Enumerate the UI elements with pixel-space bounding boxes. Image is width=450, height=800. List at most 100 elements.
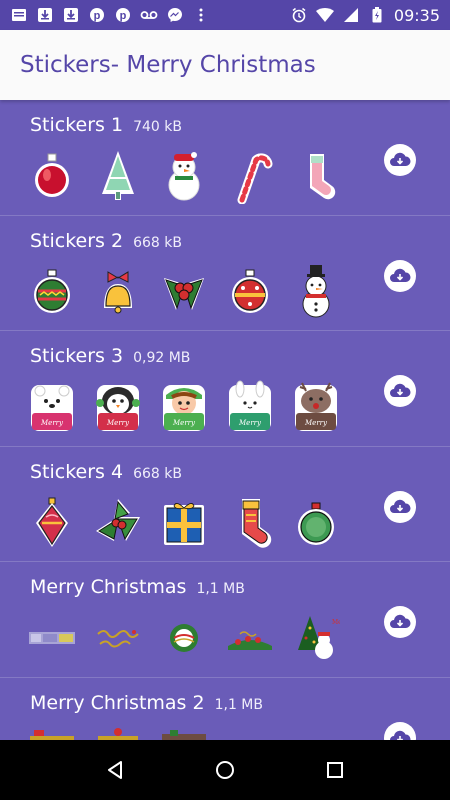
message-icon: [10, 6, 28, 24]
snowman-hat-sticker: [292, 264, 340, 320]
wifi-icon: [315, 6, 334, 24]
download-button[interactable]: [384, 721, 416, 740]
cloud-download-icon: [390, 383, 411, 397]
cloud-download-icon: [390, 499, 411, 513]
pack-size: 740 kB: [133, 119, 182, 135]
elf-merry-sticker: Merry: [160, 379, 208, 435]
sticker-pack-item[interactable]: Merry Christmas 1,1 MB Merry: [0, 562, 450, 678]
recents-button[interactable]: [315, 750, 355, 790]
download-button[interactable]: [384, 375, 416, 407]
pack-header: Merry Christmas 1,1 MB: [30, 576, 245, 598]
battery-charging-icon: [368, 6, 386, 24]
gift-box-sticker: [160, 495, 208, 551]
pack-size: 668 kB: [133, 465, 182, 482]
pack-header: Stickers 4 668 kB: [30, 461, 182, 483]
sticker-pack-item[interactable]: Merry Christmas 2 1,1 MB: [0, 678, 450, 740]
cloud-download-icon: [390, 730, 411, 740]
app-bar: Stickers- Merry Christmas: [0, 30, 450, 100]
pack-header: Stickers 3 0,92 MB: [30, 345, 190, 367]
sticker-pack-list[interactable]: Stickers 1 740 kB Stickers 2 668 kB Stic…: [0, 100, 450, 740]
back-icon: [108, 761, 122, 779]
app-title: Stickers- Merry Christmas: [20, 52, 316, 78]
sticker-previews: [28, 495, 340, 551]
penguin-merry-sticker: Merry: [94, 379, 142, 435]
messenger-icon: [166, 6, 184, 24]
system-icons: 09:35: [290, 6, 440, 25]
holly-sticker: [160, 264, 208, 320]
alarm-icon: [290, 6, 308, 24]
svg-text:p: p: [94, 10, 101, 22]
sticker-previews: [28, 726, 208, 740]
pack-header: Stickers 2 668 kB: [30, 230, 182, 252]
download-icon: [36, 6, 54, 24]
ornament-red-dots-sticker: [226, 264, 274, 320]
signal-icon: [342, 6, 360, 24]
pack-size: 1,1 MB: [214, 696, 263, 713]
ornament-green-sticker: [28, 264, 76, 320]
pack-size: 1,1 MB: [196, 581, 245, 597]
download-button[interactable]: [384, 144, 416, 176]
download-button[interactable]: [384, 259, 416, 292]
pack-name: Stickers 4: [30, 460, 124, 483]
snowman-sticker: [160, 148, 208, 204]
pinterest-icon: p: [88, 6, 106, 24]
svg-text:p: p: [120, 10, 127, 22]
sticker-pack-item[interactable]: Stickers 4 668 kB: [0, 447, 450, 562]
pack-header: Stickers 1 740 kB: [30, 114, 182, 136]
sticker-pack-item[interactable]: Stickers 3 0,92 MB Merry Merry Merry Mer…: [0, 331, 450, 447]
navigation-bar: [0, 740, 450, 800]
cloud-download-icon: [390, 614, 411, 628]
gif-sticker: [226, 610, 274, 666]
gif-sticker: [28, 726, 76, 740]
download-button[interactable]: [384, 606, 416, 638]
ornament-red-ruby-sticker: [28, 495, 76, 551]
download-button[interactable]: [384, 490, 416, 523]
gif-sticker: [160, 726, 208, 740]
pinterest-icon: p: [114, 6, 132, 24]
svg-text:Merry: Merry: [332, 619, 340, 626]
pack-name: Merry Christmas: [30, 576, 187, 598]
gif-sticker: Merry: [292, 610, 340, 666]
bells-sticker: [94, 264, 142, 320]
bear-merry-sticker: Merry: [28, 379, 76, 435]
ornament-red-sticker: [28, 148, 76, 204]
svg-text:Merry: Merry: [106, 419, 130, 427]
home-icon: [216, 761, 234, 779]
back-button[interactable]: [95, 750, 135, 790]
pack-name: Stickers 2: [30, 229, 124, 252]
sticker-previews: Merry Merry Merry Merry Merry: [28, 379, 340, 435]
holly-leaves-sticker: [94, 495, 142, 551]
cloud-download-icon: [390, 268, 411, 282]
download-icon: [62, 6, 80, 24]
candy-cane-sticker: [226, 148, 274, 204]
cloud-download-icon: [390, 152, 411, 166]
tree-sticker: [94, 148, 142, 204]
gif-sticker: [28, 610, 76, 666]
sticker-previews: Merry: [28, 610, 340, 666]
pack-name: Stickers 1: [30, 114, 124, 136]
pack-name: Stickers 3: [30, 345, 124, 367]
pack-header: Merry Christmas 2 1,1 MB: [30, 692, 263, 714]
svg-text:Merry: Merry: [172, 419, 196, 427]
sticker-pack-item[interactable]: Stickers 2 668 kB: [0, 216, 450, 331]
stocking-red-sticker: [226, 495, 274, 551]
sticker-previews: [28, 148, 340, 204]
svg-text:Merry: Merry: [304, 419, 328, 427]
reindeer-merry-sticker: Merry: [292, 379, 340, 435]
svg-text:Merry: Merry: [40, 419, 64, 427]
sticker-previews: [28, 264, 340, 320]
notification-icons: p p: [10, 6, 210, 24]
gif-sticker: [160, 610, 208, 666]
pack-size: 0,92 MB: [133, 350, 191, 366]
recents-icon: [327, 762, 343, 778]
voicemail-icon: [140, 6, 158, 24]
gif-sticker: [94, 726, 142, 740]
pack-name: Merry Christmas 2: [30, 691, 205, 714]
svg-text:Merry: Merry: [238, 419, 262, 427]
bunny-merry-sticker: Merry: [226, 379, 274, 435]
status-bar: p p 09:35: [0, 0, 450, 30]
home-button[interactable]: [205, 750, 245, 790]
sticker-pack-item[interactable]: Stickers 1 740 kB: [0, 100, 450, 216]
more-icon: [192, 6, 210, 24]
ornament-green-bow-sticker: [292, 495, 340, 551]
